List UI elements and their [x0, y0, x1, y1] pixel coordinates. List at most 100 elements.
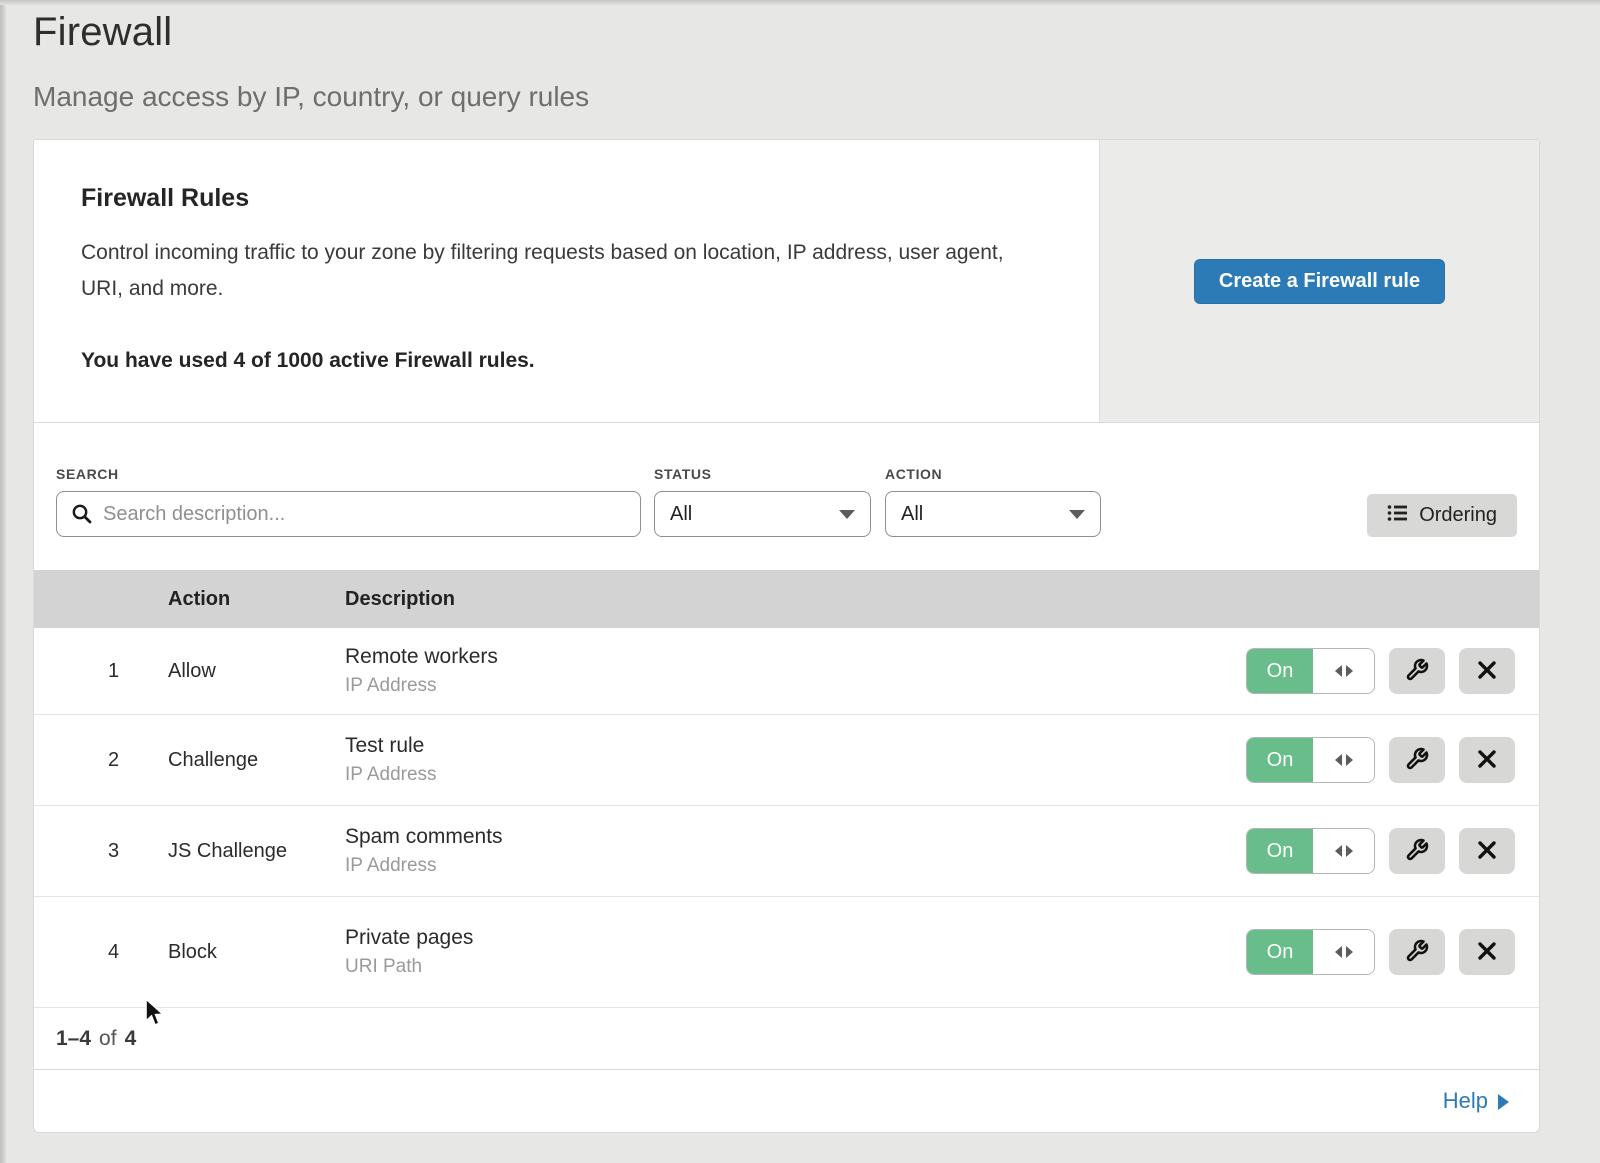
search-field-wrap [56, 491, 641, 537]
pagination-of: of [99, 1027, 117, 1051]
toggle-on-label: On [1247, 829, 1313, 873]
close-icon [1476, 748, 1498, 773]
chevron-down-icon [839, 510, 855, 519]
rule-action: Challenge [168, 749, 345, 772]
close-icon [1476, 659, 1498, 684]
rule-action: JS Challenge [168, 840, 345, 863]
toggle-drag-handle[interactable] [1313, 829, 1374, 873]
triangle-left-icon [1335, 845, 1342, 857]
rule-match-type: IP Address [345, 675, 1246, 697]
rule-controls: On [1246, 828, 1515, 874]
filter-bar: SEARCH STATUS All [34, 423, 1539, 570]
rule-controls: On [1246, 648, 1515, 694]
pagination: 1–4 of 4 [34, 1008, 1539, 1069]
action-group: ACTION All [871, 466, 1101, 537]
triangle-left-icon [1335, 754, 1342, 766]
create-firewall-rule-button[interactable]: Create a Firewall rule [1194, 259, 1445, 304]
page-header: Firewall Manage access by IP, country, o… [33, 0, 1540, 113]
rule-priority: 2 [34, 749, 168, 772]
arrow-right-icon [1498, 1094, 1509, 1110]
rules-table-body: 1 Allow Remote workers IP Address On [34, 628, 1539, 1008]
rule-description-cell: Spam comments IP Address [345, 825, 1246, 877]
delete-rule-button[interactable] [1459, 648, 1515, 694]
toggle-on-label: On [1247, 930, 1313, 974]
delete-rule-button[interactable] [1459, 737, 1515, 783]
rule-enabled-toggle[interactable]: On [1246, 828, 1375, 874]
triangle-right-icon [1346, 946, 1353, 958]
triangle-right-icon [1346, 665, 1353, 677]
rule-priority: 1 [34, 660, 168, 683]
edit-rule-button[interactable] [1389, 828, 1445, 874]
rule-priority: 3 [34, 840, 168, 863]
page-title: Firewall [33, 10, 1540, 55]
toggle-drag-handle[interactable] [1313, 738, 1374, 782]
card-title: Firewall Rules [81, 184, 1039, 213]
triangle-left-icon [1335, 946, 1342, 958]
panel-footer: Help [34, 1069, 1539, 1132]
delete-rule-button[interactable] [1459, 828, 1515, 874]
table-row: 3 JS Challenge Spam comments IP Address … [34, 806, 1539, 897]
toggle-on-label: On [1247, 738, 1313, 782]
rule-description: Private pages [345, 926, 1246, 950]
wrench-icon [1405, 838, 1429, 865]
column-header-action: Action [168, 588, 345, 611]
rule-description-cell: Remote workers IP Address [345, 645, 1246, 697]
window-left-edge [0, 0, 6, 1163]
rule-description: Spam comments [345, 825, 1246, 849]
delete-rule-button[interactable] [1459, 929, 1515, 975]
table-header: Action Description [34, 570, 1539, 628]
status-label: STATUS [654, 466, 871, 482]
rule-enabled-toggle[interactable]: On [1246, 929, 1375, 975]
wrench-icon [1405, 939, 1429, 966]
card-description: Control incoming traffic to your zone by… [81, 235, 1026, 307]
search-icon [71, 503, 93, 530]
rule-description-cell: Private pages URI Path [345, 926, 1246, 978]
status-select[interactable]: All [654, 491, 871, 537]
status-selected-value: All [670, 503, 692, 526]
rule-enabled-toggle[interactable]: On [1246, 737, 1375, 783]
wrench-icon [1405, 747, 1429, 774]
search-group: SEARCH [56, 466, 641, 537]
help-link-label: Help [1443, 1088, 1488, 1114]
rule-controls: On [1246, 737, 1515, 783]
close-icon [1476, 839, 1498, 864]
triangle-left-icon [1335, 665, 1342, 677]
rule-description: Remote workers [345, 645, 1246, 669]
table-row: 2 Challenge Test rule IP Address On [34, 715, 1539, 806]
triangle-right-icon [1346, 845, 1353, 857]
ordered-list-icon [1387, 503, 1408, 529]
pagination-range: 1–4 [56, 1027, 91, 1051]
rule-description: Test rule [345, 734, 1246, 758]
action-selected-value: All [901, 503, 923, 526]
toggle-on-label: On [1247, 649, 1313, 693]
wrench-icon [1405, 658, 1429, 685]
chevron-down-icon [1069, 510, 1085, 519]
firewall-page: Firewall Manage access by IP, country, o… [33, 0, 1540, 1133]
page-subtitle: Manage access by IP, country, or query r… [33, 81, 1540, 113]
edit-rule-button[interactable] [1389, 929, 1445, 975]
rules-panel: SEARCH STATUS All [33, 423, 1540, 1133]
ordering-button-label: Ordering [1419, 504, 1497, 527]
rule-match-type: URI Path [345, 956, 1246, 978]
edit-rule-button[interactable] [1389, 648, 1445, 694]
table-row: 4 Block Private pages URI Path On [34, 897, 1539, 1008]
firewall-rules-card: Firewall Rules Control incoming traffic … [33, 139, 1540, 423]
card-action-panel: Create a Firewall rule [1099, 140, 1539, 422]
search-input[interactable] [56, 491, 641, 537]
rule-controls: On [1246, 929, 1515, 975]
rule-match-type: IP Address [345, 764, 1246, 786]
toggle-drag-handle[interactable] [1313, 649, 1374, 693]
search-label: SEARCH [56, 466, 641, 482]
edit-rule-button[interactable] [1389, 737, 1445, 783]
help-link[interactable]: Help [1443, 1088, 1509, 1114]
action-select[interactable]: All [885, 491, 1101, 537]
firewall-rules-card-text: Firewall Rules Control incoming traffic … [34, 140, 1099, 422]
triangle-right-icon [1346, 754, 1353, 766]
rule-match-type: IP Address [345, 855, 1246, 877]
close-icon [1476, 940, 1498, 965]
toggle-drag-handle[interactable] [1313, 930, 1374, 974]
rule-enabled-toggle[interactable]: On [1246, 648, 1375, 694]
rule-action: Allow [168, 660, 345, 683]
ordering-button[interactable]: Ordering [1367, 494, 1517, 537]
pagination-total: 4 [125, 1027, 137, 1051]
